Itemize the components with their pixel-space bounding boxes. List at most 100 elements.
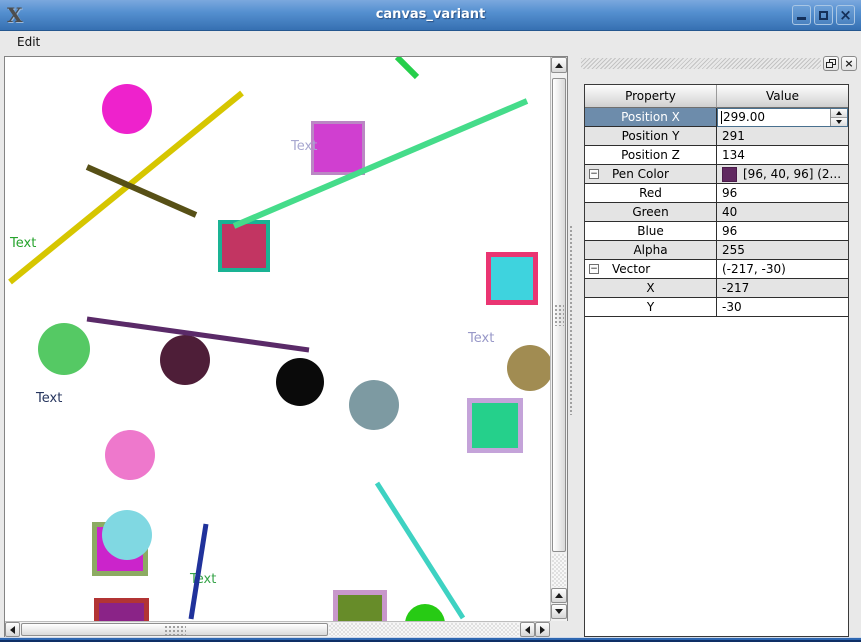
vertical-scroll-track[interactable] [552, 554, 566, 587]
property-row[interactable]: Red96 [585, 184, 848, 203]
property-name-cell[interactable]: Green [585, 203, 717, 222]
property-name-cell[interactable]: X [585, 279, 717, 298]
property-value-cell[interactable]: 299.00 [717, 108, 848, 127]
menubar: Edit [0, 31, 861, 53]
column-header-property[interactable]: Property [585, 85, 717, 108]
property-value-cell[interactable]: 96 [717, 222, 848, 241]
dock-close-button[interactable]: × [841, 56, 857, 71]
property-name-label: Pen Color [612, 167, 669, 181]
collapse-icon[interactable]: − [589, 169, 599, 179]
canvas-text-label[interactable]: Text [189, 572, 216, 587]
property-value-cell[interactable]: 40 [717, 203, 848, 222]
canvas-rect[interactable] [470, 401, 521, 451]
scroll-down-button[interactable] [551, 604, 567, 619]
window-title: canvas_variant [0, 0, 861, 31]
window-bottom-border [0, 637, 861, 642]
canvas-rect[interactable] [97, 601, 147, 622]
property-row[interactable]: Position Y291 [585, 127, 848, 146]
canvas-rect[interactable] [336, 593, 385, 622]
horizontal-scroll-thumb[interactable] [21, 623, 328, 636]
property-name-cell[interactable]: Position Z [585, 146, 717, 165]
property-value-cell[interactable]: 255 [717, 241, 848, 260]
property-name-cell[interactable]: Blue [585, 222, 717, 241]
horizontal-scroll-track[interactable] [329, 623, 519, 636]
property-value-cell[interactable]: 291 [717, 127, 848, 146]
scroll-up-button[interactable] [551, 57, 567, 73]
property-name-cell[interactable]: − Pen Color [585, 165, 717, 184]
menu-item-edit[interactable]: Edit [8, 32, 49, 52]
canvas-circle[interactable] [38, 323, 90, 375]
canvas-circle[interactable] [102, 84, 152, 134]
canvas-text-label[interactable]: Text [9, 236, 36, 251]
app-window: X canvas_variant × Edit TextTextTextText… [0, 0, 861, 642]
property-value-label: 134 [722, 148, 745, 162]
property-value-cell[interactable]: 134 [717, 146, 848, 165]
property-row[interactable]: X-217 [585, 279, 848, 298]
canvas-line[interactable] [377, 483, 463, 618]
property-row[interactable]: Alpha255 [585, 241, 848, 260]
maximize-button[interactable] [814, 5, 833, 25]
property-row[interactable]: − Pen Color [96, 40, 96] (2... [585, 165, 848, 184]
spin-down-button[interactable] [831, 118, 847, 126]
splitter-handle[interactable] [569, 225, 574, 415]
property-value-label: 96 [722, 224, 737, 238]
property-name-label: Vector [612, 262, 650, 276]
dock-titlebar[interactable]: × [581, 56, 858, 72]
canvas-rect[interactable] [313, 123, 364, 174]
canvas-rect[interactable] [489, 255, 536, 303]
property-row[interactable]: Y-30 [585, 298, 848, 317]
canvas-line[interactable] [234, 101, 527, 226]
minimize-button[interactable] [792, 5, 811, 25]
arrow-up-icon [555, 593, 563, 598]
property-name-label: Position X [621, 110, 680, 124]
property-row[interactable]: Position X 299.00 [585, 108, 848, 127]
spin-up-icon [836, 111, 842, 115]
canvas-circle[interactable] [276, 358, 324, 406]
column-header-value[interactable]: Value [717, 85, 848, 108]
canvas-circle[interactable] [105, 430, 155, 480]
spinbox-input[interactable]: 299.00 [718, 109, 830, 126]
canvas-circle[interactable] [349, 380, 399, 430]
property-name-cell[interactable]: Position X [585, 108, 717, 127]
property-value-cell[interactable]: 96 [717, 184, 848, 203]
scroll-right-button[interactable] [535, 622, 550, 637]
property-name-cell[interactable]: − Vector [585, 260, 717, 279]
close-button[interactable]: × [836, 5, 855, 25]
table-header: Property Value [585, 85, 848, 108]
property-name-cell[interactable]: Red [585, 184, 717, 203]
value-spinbox[interactable]: 299.00 [717, 108, 848, 127]
canvas-viewport[interactable]: Text Text Text Text Text [5, 57, 550, 621]
canvas-rect[interactable] [220, 222, 268, 270]
titlebar[interactable]: X canvas_variant × [0, 0, 861, 31]
property-value-cell[interactable]: -30 [717, 298, 848, 317]
dock-float-button[interactable] [823, 56, 839, 71]
property-value-cell[interactable]: -217 [717, 279, 848, 298]
collapse-icon[interactable]: − [589, 264, 599, 274]
property-value-cell[interactable]: (-217, -30) [717, 260, 848, 279]
spin-up-button[interactable] [831, 109, 847, 118]
canvas-text-label[interactable]: Text [35, 391, 62, 406]
grip-dots-icon [554, 304, 564, 326]
property-name-cell[interactable]: Alpha [585, 241, 717, 260]
canvas-circle[interactable] [102, 510, 152, 560]
property-name-cell[interactable]: Position Y [585, 127, 717, 146]
property-row[interactable]: Blue 96 [585, 222, 848, 241]
property-row[interactable]: Position Z 134 [585, 146, 848, 165]
canvas-circle[interactable] [160, 335, 210, 385]
property-name-cell[interactable]: Y [585, 298, 717, 317]
property-value-cell[interactable]: [96, 40, 96] (2... [717, 165, 848, 184]
canvas-text-label[interactable]: Text [290, 139, 317, 154]
scroll-left-button[interactable] [5, 622, 20, 637]
property-row[interactable]: Green40 [585, 203, 848, 222]
grip-dots-icon [164, 625, 186, 635]
canvas-line[interactable] [397, 57, 417, 77]
canvas-circle[interactable] [507, 345, 550, 391]
scroll-left-button-2[interactable] [520, 622, 535, 637]
canvas-text-label[interactable]: Text [467, 331, 494, 346]
vertical-scroll-thumb[interactable] [552, 78, 566, 552]
canvas-circle[interactable] [405, 604, 445, 621]
arrow-down-icon [555, 609, 563, 614]
spinbox-buttons [830, 109, 847, 126]
property-row[interactable]: − Vector (-217, -30) [585, 260, 848, 279]
scroll-up-button-2[interactable] [551, 588, 567, 603]
